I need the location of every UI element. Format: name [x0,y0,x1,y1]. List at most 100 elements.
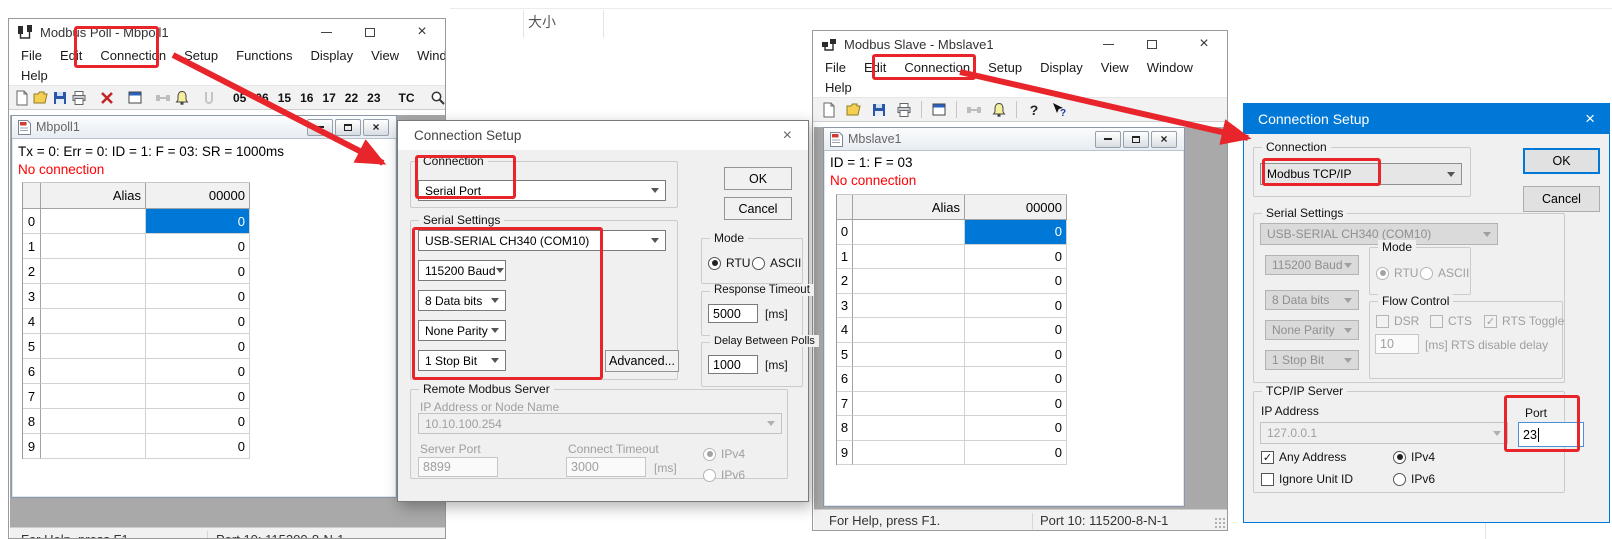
register-value-cell[interactable]: 0 [146,434,250,459]
register-value-cell[interactable]: 0 [146,384,250,409]
about-help-icon[interactable]: ? [1023,100,1045,120]
menu-functions[interactable]: Functions [227,46,301,65]
context-help-icon[interactable]: ? [1048,100,1070,120]
display-setup-icon[interactable] [928,100,950,120]
zoom-icon[interactable] [430,88,446,108]
close-button[interactable]: × [407,22,437,42]
connect-icon[interactable] [963,100,985,120]
alias-cell[interactable] [41,384,146,409]
ok-button[interactable]: OK [724,167,792,190]
print-icon[interactable] [893,100,915,120]
resize-grip[interactable] [1214,517,1226,529]
alias-cell[interactable] [41,409,146,434]
rtu-radio[interactable]: RTU [708,256,750,270]
maximize-button[interactable] [1137,34,1167,54]
menu-display[interactable]: Display [1031,58,1092,77]
register-value-cell[interactable]: 0 [146,284,250,309]
menu-view[interactable]: View [362,46,408,65]
new-file-icon[interactable] [14,88,30,108]
register-value-cell[interactable]: 0 [965,367,1067,392]
alias-cell[interactable] [41,309,146,334]
register-value-cell[interactable]: 0 [965,441,1067,466]
alias-cell[interactable] [41,434,146,459]
minimize-button[interactable] [1093,34,1123,54]
ipv4-radio[interactable]: IPv4 [1393,450,1435,464]
menu-setup[interactable]: Setup [979,58,1031,77]
menu-display[interactable]: Display [302,46,363,65]
any-address-checkbox[interactable]: ✓Any Address [1261,450,1346,464]
register-value-cell[interactable]: 0 [146,334,250,359]
menu-help[interactable]: Help [12,66,57,85]
close-icon[interactable]: × [1585,109,1595,129]
alias-cell[interactable] [853,343,965,368]
open-file-icon[interactable] [33,88,49,108]
cancel-button[interactable]: Cancel [1523,186,1600,212]
register-value-cell[interactable]: 0 [965,343,1067,368]
alias-cell[interactable] [41,209,146,234]
register-value-cell[interactable]: 0 [965,294,1067,319]
menu-file[interactable]: File [816,58,855,77]
register-value-cell[interactable]: 0 [146,234,250,259]
function-17-button[interactable]: 17 [319,91,338,105]
poll-bell-icon[interactable] [174,88,190,108]
register-value-cell[interactable]: 0 [146,409,250,434]
save-icon[interactable] [52,88,68,108]
tc-button[interactable]: TC [396,91,418,105]
print-icon[interactable] [71,88,87,108]
menu-view[interactable]: View [1092,58,1138,77]
doc-minimize-button[interactable] [1095,131,1121,148]
delete-x-icon[interactable] [99,88,115,108]
alias-cell[interactable] [853,245,965,270]
open-file-icon[interactable] [843,100,865,120]
register-value-cell[interactable]: 0 [965,245,1067,270]
doc-minimize-button[interactable] [307,119,333,136]
menu-setup[interactable]: Setup [175,46,227,65]
cancel-button[interactable]: Cancel [724,197,792,220]
alias-cell[interactable] [41,359,146,384]
register-value-cell[interactable]: 0 [965,220,1067,245]
menu-file[interactable]: File [12,46,51,65]
alias-cell[interactable] [41,284,146,309]
advanced-button[interactable]: Advanced... [605,350,679,372]
ipv6-radio[interactable]: IPv6 [1393,472,1435,486]
alias-cell[interactable] [853,269,965,294]
alias-cell[interactable] [853,367,965,392]
save-icon[interactable] [868,100,890,120]
alias-cell[interactable] [853,441,965,466]
register-value-cell[interactable]: 0 [965,416,1067,441]
new-file-icon[interactable] [818,100,840,120]
menu-window[interactable]: Window [1138,58,1202,77]
menu-window[interactable]: Window [408,46,446,65]
junction-icon[interactable] [202,88,218,108]
alias-cell[interactable] [853,416,965,441]
alias-cell[interactable] [853,294,965,319]
poll-bell-icon[interactable] [988,100,1010,120]
maximize-button[interactable] [355,22,385,42]
menu-help[interactable]: Help [816,78,861,97]
function-23-button[interactable]: 23 [364,91,383,105]
doc-restore-button[interactable] [1123,131,1149,148]
close-button[interactable]: × [1189,34,1219,54]
function-15-button[interactable]: 15 [275,91,294,105]
alias-cell[interactable] [853,318,965,343]
doc-close-button[interactable]: × [363,119,389,136]
alias-cell[interactable] [41,259,146,284]
register-value-cell[interactable]: 0 [965,269,1067,294]
alias-cell[interactable] [41,234,146,259]
doc-restore-button[interactable] [335,119,361,136]
connect-icon[interactable] [155,88,171,108]
function-06-button[interactable]: 06 [252,91,271,105]
delay-input[interactable]: 1000 [708,355,758,374]
alias-cell[interactable] [853,392,965,417]
ok-button[interactable]: OK [1523,148,1600,174]
register-value-cell[interactable]: 0 [146,309,250,334]
register-value-cell[interactable]: 0 [965,318,1067,343]
minimize-button[interactable] [311,22,341,42]
alias-cell[interactable] [853,220,965,245]
alias-cell[interactable] [41,334,146,359]
register-value-cell[interactable]: 0 [965,392,1067,417]
register-value-cell[interactable]: 0 [146,209,250,234]
function-05-button[interactable]: 05 [230,91,249,105]
close-icon[interactable]: × [783,127,792,145]
doc-close-button[interactable]: × [1151,131,1177,148]
